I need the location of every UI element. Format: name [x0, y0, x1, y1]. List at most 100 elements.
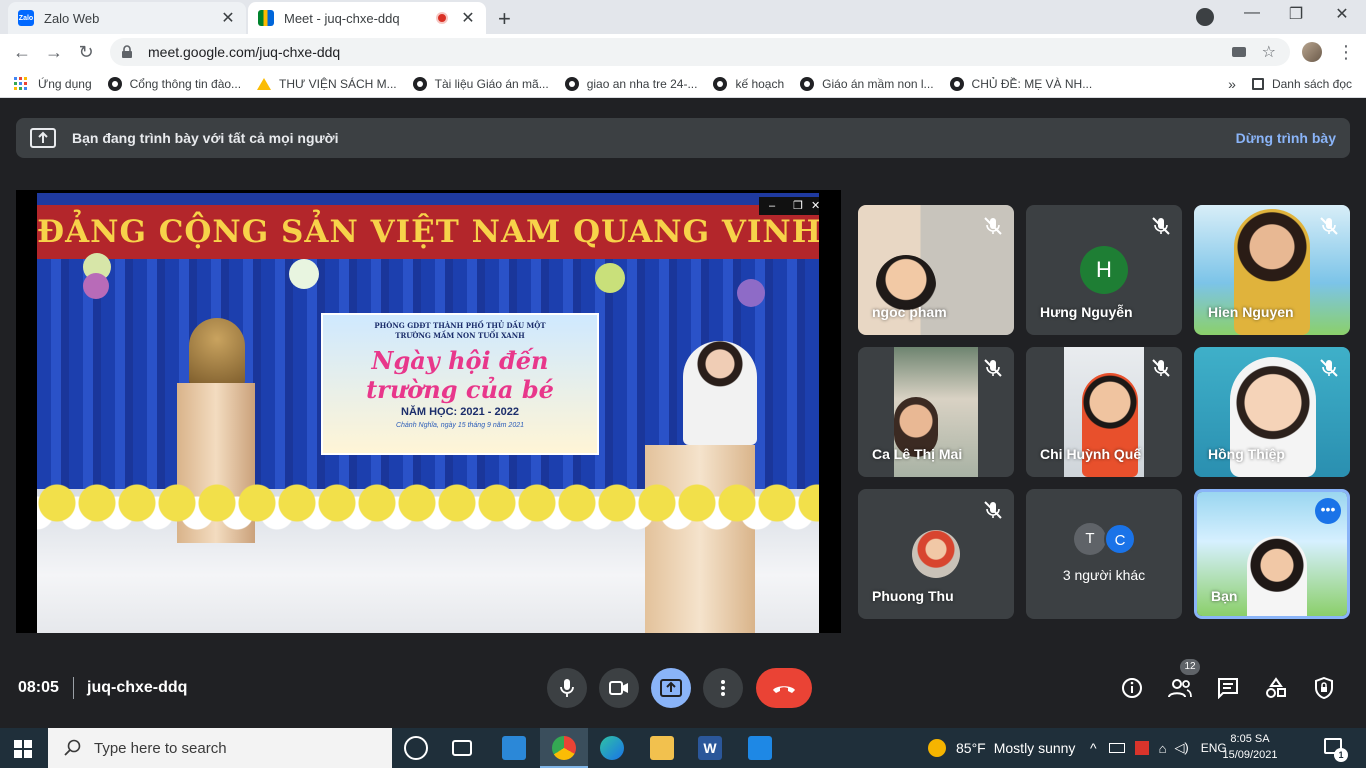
balloon-row: [37, 473, 819, 533]
tab-search-icon[interactable]: [1196, 8, 1214, 26]
reload-icon[interactable]: ↻: [74, 40, 98, 64]
cortana-icon[interactable]: [404, 736, 428, 760]
shield-lock-icon: [1315, 677, 1333, 699]
minimize-icon[interactable]: —: [1240, 4, 1264, 22]
participant-name: ngoc pham: [872, 304, 947, 320]
participant-name: Bạn: [1211, 588, 1238, 604]
activities-button[interactable]: [1263, 675, 1289, 701]
people-button[interactable]: [1167, 675, 1193, 701]
microphone-icon: [560, 679, 574, 697]
maximize-icon[interactable]: ❐: [1284, 4, 1308, 24]
other-participant-initial: C: [1104, 523, 1136, 555]
weather-temp: 85°F: [956, 740, 986, 756]
more-menu-icon[interactable]: ⋮: [1334, 40, 1358, 64]
more-bookmarks-button[interactable]: »: [1228, 76, 1236, 92]
edge-app-icon[interactable]: [600, 736, 624, 760]
more-options-button[interactable]: [703, 668, 743, 708]
tab-title: Zalo Web: [44, 10, 100, 26]
bookmark-item[interactable]: Tài liệu Giáo án mã...: [412, 76, 549, 91]
self-tile[interactable]: ••• Bạn: [1194, 489, 1350, 619]
bookmark-item[interactable]: kế hoạch: [713, 76, 784, 91]
participant-tile[interactable]: ngoc pham: [858, 205, 1014, 335]
globe-icon: [412, 76, 427, 91]
participant-avatar: [912, 530, 960, 578]
bookmark-item[interactable]: giao an nha tre 24-...: [564, 76, 697, 91]
chevron-up-icon[interactable]: ^: [1090, 740, 1097, 756]
others-tile[interactable]: T C 3 người khác: [1026, 489, 1182, 619]
drive-icon: [257, 77, 272, 90]
poster-date: Chánh Nghĩa, ngày 15 tháng 9 năm 2021: [395, 422, 525, 429]
bookmark-star-icon[interactable]: ☆: [1262, 42, 1276, 62]
stage-restore-icon[interactable]: ❐: [785, 197, 811, 215]
presentation-view: ĐẢNG CỘNG SẢN VIỆT NAM QUANG VINH MUÔN N…: [16, 190, 841, 633]
reading-list-button[interactable]: Danh sách đọc: [1251, 77, 1352, 91]
camera-icon[interactable]: [1231, 47, 1246, 57]
participant-tile[interactable]: Phuong Thu: [858, 489, 1014, 619]
network-icon[interactable]: ⌂: [1159, 741, 1167, 756]
participant-tile[interactable]: H Hưng Nguyễn: [1026, 205, 1182, 335]
bookmark-item[interactable]: THƯ VIỆN SÁCH M...: [257, 77, 397, 91]
close-tab-icon[interactable]: ✕: [220, 8, 236, 28]
mail-app-icon[interactable]: [502, 736, 526, 760]
people-count-badge: 12: [1180, 659, 1200, 675]
participant-tile[interactable]: Hien Nguyen: [1194, 205, 1350, 335]
bookmark-apps[interactable]: Ứng dụng: [14, 76, 92, 91]
stop-presenting-button[interactable]: Dừng trình bày: [1236, 130, 1336, 146]
chrome-app-icon[interactable]: [552, 736, 576, 760]
participant-name: Hien Nguyen: [1208, 304, 1294, 320]
recording-indicator-icon: [436, 12, 448, 24]
meeting-details-button[interactable]: [1119, 675, 1145, 701]
taskbar-clock[interactable]: 8:05 SA 15/09/2021: [1220, 731, 1280, 763]
chat-button[interactable]: [1215, 675, 1241, 701]
statue-bust: [189, 318, 245, 388]
antivirus-icon[interactable]: [1134, 741, 1149, 755]
stage-close-icon[interactable]: ✕: [811, 197, 819, 215]
tab-meet[interactable]: Meet - juq-chxe-ddq ✕: [248, 2, 486, 34]
chat-icon: [1218, 678, 1238, 699]
presenting-message: Bạn đang trình bày với tất cả mọi người: [72, 130, 339, 146]
participant-tile[interactable]: Ca Lê Thị Mai: [858, 347, 1014, 477]
word-app-icon[interactable]: W: [698, 736, 722, 760]
close-tab-icon[interactable]: ✕: [460, 8, 476, 28]
shared-screen-image: ĐẢNG CỘNG SẢN VIỆT NAM QUANG VINH MUÔN N…: [37, 193, 819, 633]
mic-off-icon: [984, 501, 1002, 519]
file-explorer-icon[interactable]: [650, 736, 674, 760]
leave-call-button[interactable]: [756, 668, 812, 708]
apps-grid-icon: [14, 76, 27, 90]
media-app-icon[interactable]: [748, 736, 772, 760]
participant-tile[interactable]: Chi Huỳnh Quế: [1026, 347, 1182, 477]
separator: [73, 677, 74, 699]
participant-name: Hồng Thiệp: [1208, 446, 1285, 462]
profile-avatar[interactable]: [1302, 42, 1322, 62]
mic-off-icon: [1320, 359, 1338, 377]
windows-start-icon[interactable]: [14, 740, 32, 758]
forward-icon[interactable]: →: [42, 40, 66, 64]
bookmark-item[interactable]: Giáo án mầm non l...: [800, 76, 934, 91]
close-window-icon[interactable]: ✕: [1330, 4, 1354, 24]
participant-tile[interactable]: Hồng Thiệp: [1194, 347, 1350, 477]
battery-icon[interactable]: [1108, 743, 1125, 753]
taskbar-search[interactable]: Type here to search: [48, 728, 392, 768]
volume-icon[interactable]: ◁): [1174, 740, 1188, 756]
host-controls-button[interactable]: [1311, 675, 1337, 701]
back-icon[interactable]: ←: [10, 40, 34, 64]
weather-widget[interactable]: 85°F Mostly sunny: [928, 728, 1075, 768]
search-icon: [64, 739, 81, 756]
info-icon: [1122, 678, 1142, 698]
new-tab-button[interactable]: +: [498, 6, 511, 32]
task-view-icon[interactable]: [452, 740, 472, 756]
people-icon: [1168, 679, 1192, 698]
bookmark-item[interactable]: CHỦ ĐỀ: MẸ VÀ NH...: [949, 76, 1092, 91]
stage-minimize-icon[interactable]: –: [759, 197, 785, 215]
address-bar[interactable]: meet.google.com/juq-chxe-ddq ☆: [110, 38, 1290, 66]
balloon: [289, 259, 319, 289]
globe-icon: [107, 76, 122, 91]
presenting-banner: Bạn đang trình bày với tất cả mọi người …: [16, 118, 1350, 158]
more-options-icon[interactable]: •••: [1315, 498, 1341, 524]
tab-zalo-web[interactable]: Zalo Zalo Web ✕: [8, 2, 246, 34]
microphone-button[interactable]: [547, 668, 587, 708]
present-now-button[interactable]: [651, 668, 691, 708]
participant-name: Chi Huỳnh Quế: [1040, 446, 1142, 462]
camera-button[interactable]: [599, 668, 639, 708]
bookmark-item[interactable]: Cổng thông tin đào...: [107, 76, 241, 91]
